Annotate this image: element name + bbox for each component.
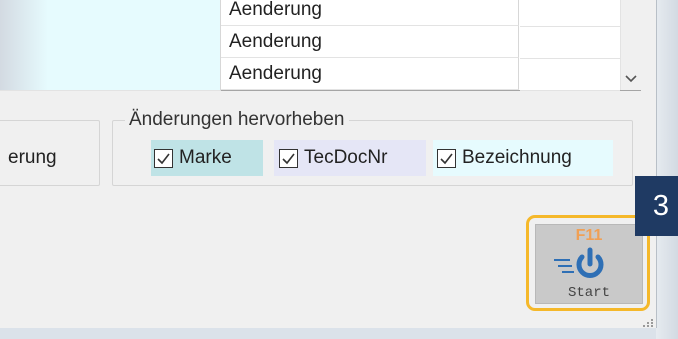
- grid-left-fade: [0, 0, 48, 90]
- table-cell: [520, 58, 620, 91]
- resize-grip-icon[interactable]: [640, 318, 654, 328]
- group-title: Änderungen hervorheben: [125, 109, 349, 131]
- table-row[interactable]: Aenderung: [0, 58, 620, 91]
- table-cell-change: Aenderung: [221, 58, 519, 90]
- table-cell: [520, 0, 620, 27]
- checkbox-label: Marke: [179, 147, 232, 168]
- power-icon: [554, 247, 604, 278]
- checkbox-box[interactable]: [279, 148, 298, 168]
- checkbox-bezeichnung[interactable]: Bezeichnung: [433, 140, 613, 176]
- checkmark-icon: [440, 153, 453, 164]
- checkbox-label: TecDocNr: [304, 147, 388, 168]
- window-frame-right: [656, 0, 678, 339]
- table-cell-change: Aenderung: [221, 0, 519, 26]
- start-button-highlight[interactable]: F11 Start: [526, 215, 650, 311]
- scroll-down-button[interactable]: [621, 68, 641, 90]
- checkbox-box[interactable]: [154, 148, 173, 168]
- table-row[interactable]: Aenderung: [0, 26, 620, 59]
- checkbox-box[interactable]: [437, 148, 456, 168]
- table-row[interactable]: Aenderung: [0, 0, 620, 27]
- start-button[interactable]: F11 Start: [535, 224, 643, 304]
- changes-grid[interactable]: Aenderung Aenderung Aenderung: [0, 0, 641, 91]
- step-number-badge: 3: [635, 176, 678, 236]
- table-cell-change: Aenderung: [221, 26, 519, 58]
- checkmark-icon: [282, 153, 295, 164]
- shortcut-label: F11: [575, 227, 603, 244]
- left-option-label[interactable]: erung: [8, 147, 57, 169]
- checkbox-marke[interactable]: Marke: [151, 140, 263, 176]
- checkbox-label: Bezeichnung: [462, 147, 572, 168]
- app-window: Aenderung Aenderung Aenderung erung Ände…: [0, 0, 657, 328]
- checkbox-tecdocnr[interactable]: TecDocNr: [274, 140, 426, 176]
- checkmark-icon: [157, 153, 170, 164]
- table-cell: [520, 26, 620, 59]
- start-label: Start: [567, 285, 610, 301]
- vertical-scrollbar[interactable]: [620, 0, 641, 90]
- chevron-down-icon: [625, 75, 637, 83]
